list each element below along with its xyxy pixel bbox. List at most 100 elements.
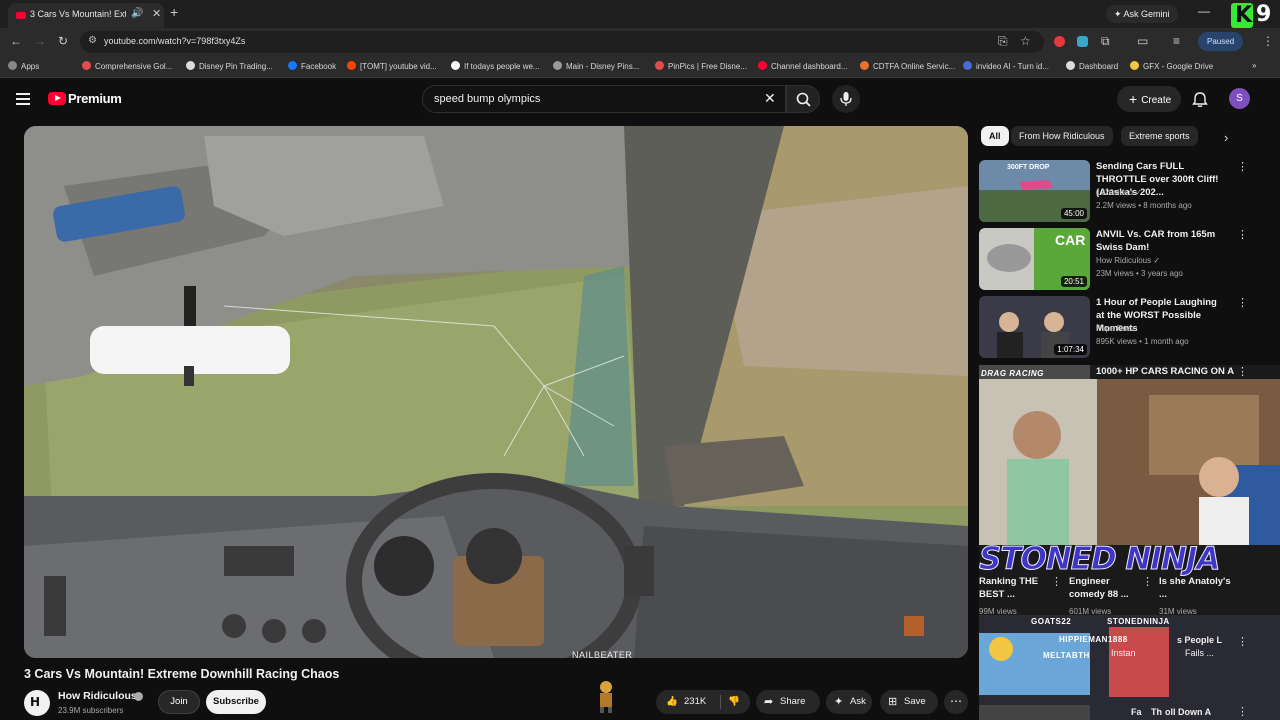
bookmark-item[interactable]: Main - Disney Pins... <box>553 61 639 71</box>
clear-search-icon[interactable]: ✕ <box>764 90 776 107</box>
bookmark-favicon-icon <box>82 61 91 70</box>
bookmark-label: Disney Pin Trading... <box>199 62 273 71</box>
bookmark-item[interactable]: Comprehensive Gol... <box>82 61 172 71</box>
save-label: Save <box>904 696 926 707</box>
bookmark-item[interactable]: Apps <box>8 61 39 71</box>
thumbs-up-icon[interactable]: 👍 <box>666 690 678 714</box>
reload-icon[interactable]: ↻ <box>58 34 68 48</box>
ask-button[interactable]: ✦ Ask <box>826 690 872 714</box>
youtube-premium-label[interactable]: Premium <box>68 91 122 106</box>
bookmark-item[interactable]: PinPics | Free Disne... <box>655 61 747 71</box>
recommendation-item[interactable]: 300FT DROP 45:00 Sending Cars FULL THROT… <box>979 160 1259 224</box>
recommendation-item[interactable]: 1:07:34 1 Hour of People Laughing at the… <box>979 296 1259 360</box>
bookmark-item[interactable]: If todays people we... <box>451 61 540 71</box>
address-bar[interactable]: ⚙ youtube.com/watch?v=798f3txy4Zs ⎘ ☆ <box>80 31 1044 53</box>
more-options-icon[interactable]: ⋮ <box>1237 160 1248 173</box>
recommendation-item[interactable]: CAR 20:51 ANVIL Vs. CAR from 165m Swiss … <box>979 228 1259 292</box>
bookmarks-overflow-icon[interactable]: » <box>1252 61 1256 70</box>
close-tab-icon[interactable]: ✕ <box>152 7 161 20</box>
site-info-icon[interactable]: ⚙ <box>88 35 97 46</box>
more-options-icon[interactable]: ⋮ <box>1142 575 1153 588</box>
bookmark-favicon-icon <box>186 61 195 70</box>
chip-all[interactable]: All <box>981 126 1009 146</box>
video-thumbnail[interactable]: CAR 20:51 <box>979 228 1090 290</box>
recommendation-title[interactable]: 1000+ HP CARS RACING ON A <box>1096 366 1234 377</box>
more-actions-button[interactable]: ⋯ <box>944 690 968 714</box>
thumbs-down-icon[interactable]: 👎 <box>728 690 740 714</box>
youtube-logo-icon[interactable] <box>48 92 66 105</box>
share-arrow-icon: ➦ <box>764 696 774 708</box>
bookmark-item[interactable]: invideo AI - Turn id... <box>963 61 1049 71</box>
partial-title-text: Fa <box>1131 707 1142 717</box>
like-count[interactable]: 231K <box>684 690 706 714</box>
minimize-window-icon[interactable]: — <box>1198 4 1210 18</box>
back-arrow-icon[interactable]: ← <box>10 34 22 48</box>
create-button[interactable]: + Create <box>1117 86 1181 112</box>
bookmark-item[interactable]: [TOMT] youtube vid... <box>347 61 437 71</box>
bookmark-favicon-icon <box>1130 61 1139 70</box>
bookmark-item[interactable]: Dashboard <box>1066 61 1118 71</box>
more-options-icon[interactable]: ⋮ <box>1237 635 1248 648</box>
extension-red-icon[interactable] <box>1054 36 1065 47</box>
more-options-icon[interactable]: ⋮ <box>1237 296 1248 309</box>
short-views: 31M views <box>1159 607 1197 616</box>
search-input[interactable]: speed bump olympics <box>434 93 540 105</box>
video-player[interactable]: NAILBEATER <box>24 126 968 658</box>
ask-gemini-button[interactable]: ✦ Ask Gemini <box>1106 5 1178 23</box>
video-watermark-text: NAILBEATER <box>572 650 633 658</box>
like-divider <box>720 695 721 709</box>
channel-avatar[interactable]: H <box>24 690 50 716</box>
share-button[interactable]: ➦ Share <box>756 690 820 714</box>
media-control-icon[interactable]: ≡ <box>1173 34 1180 48</box>
short-title[interactable]: Ranking THE BEST ... <box>979 575 1053 601</box>
short-title[interactable]: Is she Anatoly's ... <box>1159 575 1233 601</box>
bookmark-item[interactable]: Facebook <box>288 61 336 71</box>
browser-tab[interactable]: 3 Cars Vs Mountain! Extreme 🔊 ✕ <box>8 3 164 28</box>
hamburger-menu-icon[interactable] <box>16 93 30 105</box>
install-app-icon[interactable]: ⎘ <box>998 34 1008 49</box>
plus-icon: + <box>1129 91 1138 107</box>
bookmark-label: If todays people we... <box>464 62 540 71</box>
video-thumbnail[interactable]: 1:07:34 <box>979 296 1090 358</box>
bookmark-item[interactable]: GFX - Google Drive <box>1130 61 1213 71</box>
search-box[interactable]: speed bump olympics ✕ <box>422 85 786 113</box>
voice-search-button[interactable] <box>832 85 860 113</box>
bookmark-item[interactable]: Disney Pin Trading... <box>186 61 273 71</box>
forward-arrow-icon[interactable]: → <box>34 34 46 48</box>
bookmark-item[interactable]: CDTFA Online Servic... <box>860 61 955 71</box>
short-title[interactable]: Engineer comedy 88 ... <box>1069 575 1143 601</box>
chrome-menu-icon[interactable]: ⋮ <box>1262 34 1274 48</box>
youtube-favicon-icon <box>16 12 26 19</box>
bookmark-favicon-icon <box>655 61 664 70</box>
join-button[interactable]: Join <box>158 690 200 714</box>
extension-teal-icon[interactable] <box>1077 36 1088 47</box>
recommendation-title[interactable]: ANVIL Vs. CAR from 165m Swiss Dam! <box>1096 228 1226 254</box>
more-options-icon[interactable]: ⋮ <box>1237 365 1248 378</box>
tab-search-icon[interactable]: ▭ <box>1137 34 1148 48</box>
chip-extreme-sports[interactable]: Extreme sports <box>1121 126 1198 146</box>
bookmark-item[interactable]: Channel dashboard... <box>758 61 848 71</box>
more-options-icon[interactable]: ⋮ <box>1051 575 1062 588</box>
chevron-right-icon[interactable]: › <box>1224 130 1228 145</box>
viewer-tag: STONEDNINJA <box>1107 617 1170 626</box>
new-tab-icon[interactable]: + <box>170 4 178 20</box>
more-options-icon[interactable]: ⋮ <box>1237 705 1248 718</box>
chip-from-channel[interactable]: From How Ridiculous <box>1011 126 1113 146</box>
profile-paused-button[interactable]: Paused <box>1198 32 1244 51</box>
partial-title-text: oll Down A <box>1165 707 1212 717</box>
extensions-puzzle-icon[interactable]: ⧉ <box>1101 34 1110 49</box>
search-button[interactable] <box>786 85 820 113</box>
video-thumbnail[interactable]: 300FT DROP 45:00 <box>979 160 1090 222</box>
save-button[interactable]: ⊞ Save <box>880 690 938 714</box>
subscribe-button[interactable]: Subscribe <box>206 690 266 714</box>
browser-toolbar: ← → ↻ ⚙ youtube.com/watch?v=798f3txy4Zs … <box>0 28 1280 56</box>
bookmark-star-icon[interactable]: ☆ <box>1020 34 1031 48</box>
microphone-icon <box>840 92 852 106</box>
notifications-bell-icon[interactable] <box>1192 91 1208 113</box>
recommendation-meta: 895K views • 1 month ago <box>1096 337 1189 346</box>
kick-logo-overlay: K 9 <box>1231 2 1277 28</box>
account-avatar[interactable]: S <box>1229 88 1250 109</box>
more-options-icon[interactable]: ⋮ <box>1237 228 1248 241</box>
channel-name[interactable]: How Ridiculous <box>58 690 137 702</box>
speaker-icon[interactable]: 🔊 <box>131 8 143 19</box>
